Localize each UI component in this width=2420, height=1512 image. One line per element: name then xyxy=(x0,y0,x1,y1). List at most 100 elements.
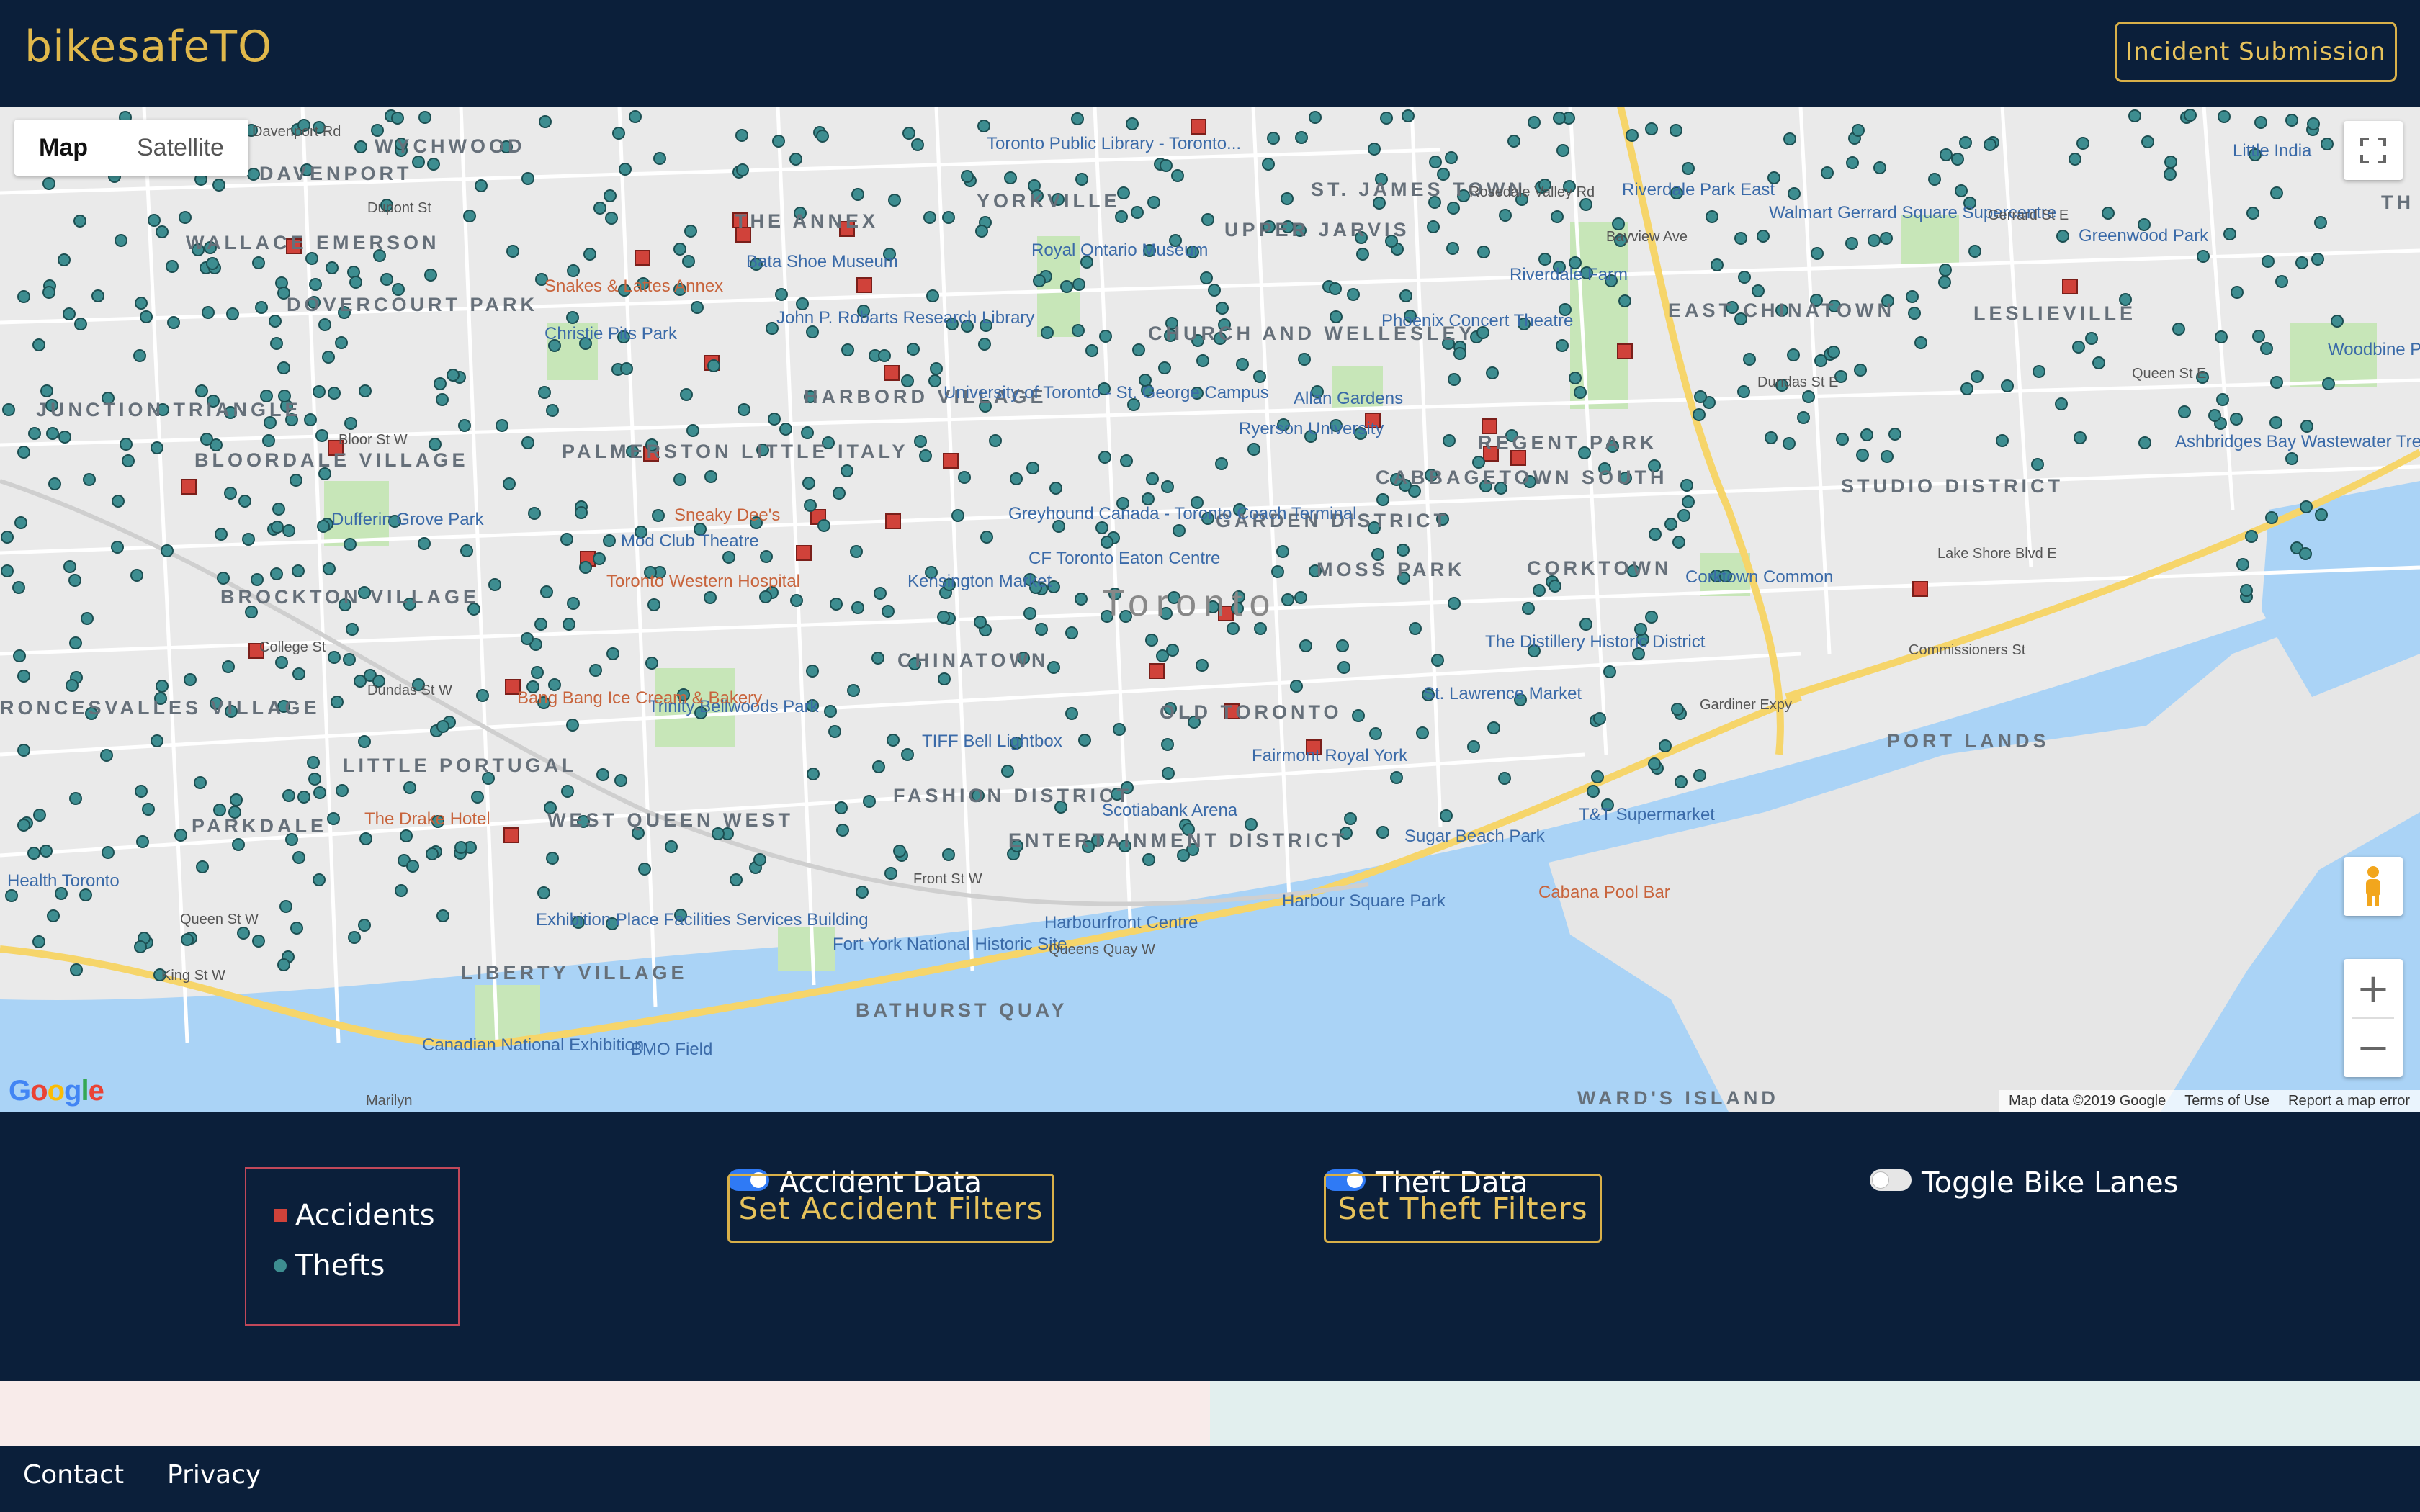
theft-marker[interactable] xyxy=(975,225,988,238)
theft-marker[interactable] xyxy=(32,935,45,948)
theft-marker[interactable] xyxy=(882,605,895,618)
theft-marker[interactable] xyxy=(1065,707,1078,720)
theft-marker[interactable] xyxy=(115,234,127,247)
theft-marker[interactable] xyxy=(328,651,341,664)
theft-marker[interactable] xyxy=(436,720,449,733)
theft-marker[interactable] xyxy=(1984,138,1996,151)
theft-marker[interactable] xyxy=(686,424,699,437)
theft-marker[interactable] xyxy=(806,665,819,678)
theft-marker[interactable] xyxy=(1743,353,1756,366)
theft-marker[interactable] xyxy=(272,503,285,516)
poi-label[interactable]: Snakes & Lattes Annex xyxy=(544,276,723,297)
theft-marker[interactable] xyxy=(1161,480,1174,493)
theft-marker[interactable] xyxy=(359,832,372,845)
theft-marker[interactable] xyxy=(835,801,848,814)
theft-marker[interactable] xyxy=(759,590,772,603)
theft-marker[interactable] xyxy=(238,495,251,508)
theft-marker[interactable] xyxy=(753,853,766,866)
theft-marker[interactable] xyxy=(884,867,897,880)
theft-marker[interactable] xyxy=(1587,785,1600,798)
theft-marker[interactable] xyxy=(2208,409,2221,422)
theft-marker[interactable] xyxy=(292,667,305,680)
theft-marker[interactable] xyxy=(722,551,735,564)
theft-marker[interactable] xyxy=(1445,151,1458,164)
theft-marker[interactable] xyxy=(1538,253,1551,266)
theft-marker[interactable] xyxy=(1196,354,1209,367)
theft-marker[interactable] xyxy=(1675,775,1688,788)
theft-marker[interactable] xyxy=(1047,661,1060,674)
theft-marker[interactable] xyxy=(575,506,588,519)
theft-marker[interactable] xyxy=(1672,536,1685,549)
theft-marker[interactable] xyxy=(112,495,125,508)
theft-marker[interactable] xyxy=(901,748,914,761)
theft-marker[interactable] xyxy=(1276,545,1289,558)
theft-marker[interactable] xyxy=(1928,173,1941,186)
theft-marker[interactable] xyxy=(1004,171,1017,184)
theft-marker[interactable] xyxy=(224,487,237,500)
theft-marker[interactable] xyxy=(974,616,987,629)
theft-marker[interactable] xyxy=(938,672,951,685)
theft-marker[interactable] xyxy=(429,438,442,451)
theft-marker[interactable] xyxy=(304,413,317,426)
poi-label[interactable]: Scotiabank Arena xyxy=(1102,801,1237,821)
theft-marker[interactable] xyxy=(156,225,169,238)
map-type-satellite[interactable]: Satellite xyxy=(112,120,248,176)
theft-marker[interactable] xyxy=(836,824,849,837)
theft-marker[interactable] xyxy=(1821,166,1834,179)
theft-marker[interactable] xyxy=(1099,330,1112,343)
theft-marker[interactable] xyxy=(691,301,704,314)
theft-marker[interactable] xyxy=(179,211,192,224)
theft-marker[interactable] xyxy=(775,288,788,301)
theft-marker[interactable] xyxy=(534,618,547,631)
poi-label[interactable]: Corktown Common xyxy=(1685,567,1833,588)
zoom-in-button[interactable]: + xyxy=(2344,959,2403,1018)
theft-marker[interactable] xyxy=(270,567,283,580)
theft-marker[interactable] xyxy=(604,189,617,202)
theft-marker[interactable] xyxy=(1023,607,1036,620)
theft-marker[interactable] xyxy=(2197,250,2210,263)
theft-marker[interactable] xyxy=(1645,122,1658,135)
theft-marker[interactable] xyxy=(1065,626,1078,639)
theft-marker[interactable] xyxy=(841,464,853,477)
theft-marker[interactable] xyxy=(1035,623,1048,636)
theft-marker[interactable] xyxy=(63,560,76,573)
theft-marker[interactable] xyxy=(942,211,955,224)
theft-marker[interactable] xyxy=(1846,156,1859,169)
theft-marker[interactable] xyxy=(1298,353,1311,366)
theft-marker[interactable] xyxy=(1659,739,1672,752)
theft-marker[interactable] xyxy=(1856,449,1869,462)
theft-marker[interactable] xyxy=(878,349,891,362)
theft-marker[interactable] xyxy=(779,423,792,436)
theft-marker[interactable] xyxy=(1593,712,1606,725)
theft-marker[interactable] xyxy=(58,253,71,266)
theft-marker[interactable] xyxy=(1162,767,1175,780)
theft-marker[interactable] xyxy=(1049,482,1062,495)
theft-marker[interactable] xyxy=(2001,379,2014,392)
theft-marker[interactable] xyxy=(566,719,579,732)
poi-label[interactable]: Little India xyxy=(2233,141,2311,161)
theft-marker[interactable] xyxy=(242,533,255,546)
theft-marker[interactable] xyxy=(277,958,290,971)
theft-marker[interactable] xyxy=(17,819,30,832)
theft-marker[interactable] xyxy=(1738,271,1751,284)
theft-marker[interactable] xyxy=(2265,511,2278,524)
theft-marker[interactable] xyxy=(816,130,829,143)
theft-marker[interactable] xyxy=(1060,280,1073,293)
theft-marker[interactable] xyxy=(63,307,76,320)
theft-marker[interactable] xyxy=(2240,584,2253,597)
theft-marker[interactable] xyxy=(807,768,820,780)
theft-marker[interactable] xyxy=(1671,703,1684,716)
poi-label[interactable]: Cabana Pool Bar xyxy=(1538,883,1670,903)
theft-marker[interactable] xyxy=(2331,315,2344,328)
theft-marker[interactable] xyxy=(184,673,197,686)
theft-marker[interactable] xyxy=(2322,377,2335,390)
theft-marker[interactable] xyxy=(17,290,30,303)
theft-marker[interactable] xyxy=(817,519,830,532)
theft-marker[interactable] xyxy=(436,909,449,922)
theft-marker[interactable] xyxy=(222,660,235,673)
poi-label[interactable]: Kensington Market xyxy=(908,572,1052,592)
theft-marker[interactable] xyxy=(166,260,179,273)
theft-marker[interactable] xyxy=(336,784,349,797)
theft-marker[interactable] xyxy=(1448,597,1461,610)
poi-label[interactable]: Riverdale Park East xyxy=(1622,180,1775,200)
